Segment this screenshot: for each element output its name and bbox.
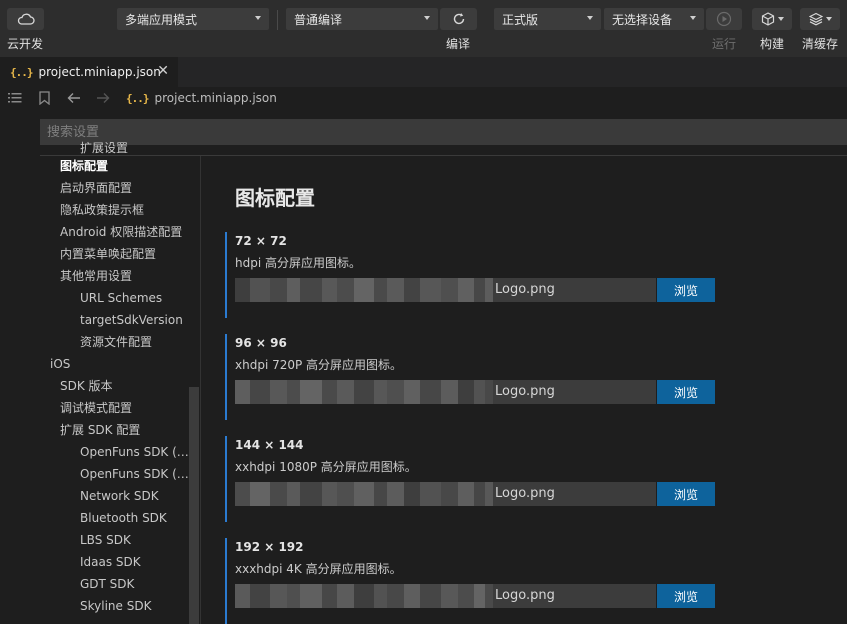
mode-select[interactable]: 多端应用模式 bbox=[117, 8, 269, 30]
breadcrumb-file-label: project.miniapp.json bbox=[154, 91, 277, 105]
chevron-down-icon bbox=[777, 17, 784, 21]
tree-item[interactable]: URL Schemes bbox=[80, 289, 162, 307]
build-button[interactable] bbox=[752, 8, 792, 30]
icon-path-input[interactable]: Logo.png bbox=[235, 584, 656, 608]
icon-file-name: Logo.png bbox=[495, 486, 555, 501]
icon-description: xhdpi 720P 高分屏应用图标。 bbox=[235, 358, 403, 372]
chevron-down-icon bbox=[255, 16, 261, 20]
arrow-right-icon[interactable] bbox=[96, 92, 110, 104]
icon-file-name: Logo.png bbox=[495, 384, 555, 399]
tree-item[interactable]: Android 权限描述配置 bbox=[60, 223, 182, 241]
device-select-value: 无选择设备 bbox=[612, 12, 673, 27]
refresh-icon bbox=[453, 13, 464, 25]
tab-label: project.miniapp.json bbox=[38, 65, 161, 79]
chevron-down-icon bbox=[587, 16, 593, 20]
redacted-path bbox=[235, 584, 493, 608]
redacted-path bbox=[235, 482, 493, 506]
icon-description: xxxhdpi 4K 高分屏应用图标。 bbox=[235, 562, 402, 576]
icon-size-label: 96 × 96 bbox=[235, 336, 287, 350]
tree-item[interactable]: Skyline SDK bbox=[80, 597, 151, 615]
icon-size-label: 72 × 72 bbox=[235, 234, 287, 248]
compile-button[interactable] bbox=[440, 8, 477, 30]
settings-content: 图标配置 72 × 72 hdpi 高分屏应用图标。 Logo.png 浏览 96 × … bbox=[201, 156, 847, 624]
close-icon[interactable]: ✕ bbox=[157, 63, 169, 79]
icon-size-label: 192 × 192 bbox=[235, 540, 304, 554]
icon-config-section: 96 × 96 xhdpi 720P 高分屏应用图标。 Logo.png 浏览 bbox=[225, 334, 825, 420]
tree-item[interactable]: OpenFuns SDK (… bbox=[80, 443, 189, 461]
icon-path-input[interactable]: Logo.png bbox=[235, 482, 656, 506]
tree-item[interactable]: Bluetooth SDK bbox=[80, 509, 167, 527]
tree-item[interactable]: LBS SDK bbox=[80, 531, 131, 549]
tree-item[interactable]: GDT SDK bbox=[80, 575, 134, 593]
icon-description: hdpi 高分屏应用图标。 bbox=[235, 256, 361, 270]
tree-item[interactable]: 扩展 SDK 配置 bbox=[60, 421, 140, 439]
tree-item[interactable]: 扩展设置 bbox=[80, 140, 128, 157]
icon-config-section: 144 × 144 xxhdpi 1080P 高分屏应用图标。 Logo.png 浏览 bbox=[225, 436, 825, 522]
tree-item[interactable]: 隐私政策提示框 bbox=[60, 201, 144, 219]
settings-tree: 扩展设置 图标配置启动界面配置 隐私政策提示框 Android 权限描述配置 内置菜单唤… bbox=[40, 140, 201, 624]
cloud-dev-button[interactable] bbox=[7, 8, 44, 30]
breadcrumb-file[interactable]: {..} project.miniapp.json bbox=[126, 91, 277, 105]
tree-item[interactable]: iOS bbox=[50, 355, 70, 373]
icon-path-input[interactable]: Logo.png bbox=[235, 380, 656, 404]
cloud-dev-label: 云开发 bbox=[7, 37, 44, 51]
clear-cache-button[interactable] bbox=[800, 8, 840, 30]
browse-button[interactable]: 浏览 bbox=[657, 278, 715, 302]
toolbar-separator bbox=[277, 10, 278, 30]
tree-item[interactable]: 内置菜单唤起配置 bbox=[60, 245, 156, 263]
cube-icon bbox=[761, 12, 774, 26]
version-select[interactable]: 正式版 bbox=[494, 8, 601, 30]
breadcrumb: {..} project.miniapp.json bbox=[0, 87, 847, 111]
tree-item[interactable]: 调试模式配置 bbox=[60, 399, 132, 417]
compile-select-value: 普通编译 bbox=[294, 12, 343, 27]
redacted-path bbox=[235, 278, 493, 302]
tree-item[interactable]: Network SDK bbox=[80, 487, 159, 505]
json-file-icon: {..} bbox=[10, 65, 33, 79]
tree-item[interactable]: Idaas SDK bbox=[80, 553, 141, 571]
run-label: 运行 bbox=[712, 37, 737, 51]
json-file-icon: {..} bbox=[126, 91, 149, 105]
mode-select-value: 多端应用模式 bbox=[125, 12, 198, 27]
browse-button[interactable]: 浏览 bbox=[657, 482, 715, 506]
icon-config-section: 72 × 72 hdpi 高分屏应用图标。 Logo.png 浏览 bbox=[225, 232, 825, 318]
editor-tab-bar: {..} project.miniapp.json ✕ bbox=[0, 57, 847, 87]
layers-icon bbox=[808, 12, 823, 26]
version-select-value: 正式版 bbox=[502, 12, 539, 27]
tree-item[interactable]: 启动界面配置 bbox=[60, 179, 132, 197]
arrow-left-icon[interactable] bbox=[67, 92, 81, 104]
tree-item[interactable]: SDK 版本 bbox=[60, 377, 113, 395]
page-title: 图标配置 bbox=[235, 186, 315, 210]
bookmark-icon[interactable] bbox=[39, 91, 50, 105]
device-select[interactable]: 无选择设备 bbox=[604, 8, 704, 30]
top-toolbar: 云开发 多端应用模式 普通编译 编译 正式版 无选择设备 运行 构建 清缓存 bbox=[0, 0, 847, 57]
list-icon[interactable] bbox=[8, 92, 22, 104]
run-button[interactable] bbox=[706, 8, 742, 30]
tree-item[interactable]: targetSdkVersion bbox=[80, 311, 183, 329]
icon-file-name: Logo.png bbox=[495, 588, 555, 603]
chevron-down-icon bbox=[424, 16, 430, 20]
tree-item[interactable]: 图标配置 bbox=[60, 157, 108, 175]
chevron-down-icon bbox=[690, 16, 696, 20]
icon-file-name: Logo.png bbox=[495, 282, 555, 297]
browse-button[interactable]: 浏览 bbox=[657, 380, 715, 404]
tab-project-miniapp-json[interactable]: {..} project.miniapp.json ✕ bbox=[0, 57, 178, 87]
tree-scrollbar[interactable] bbox=[189, 387, 199, 624]
clear-cache-label: 清缓存 bbox=[802, 37, 839, 51]
tree-item[interactable]: 其他常用设置 bbox=[60, 267, 132, 285]
icon-path-input[interactable]: Logo.png bbox=[235, 278, 656, 302]
build-label: 构建 bbox=[760, 37, 785, 51]
compile-label: 编译 bbox=[446, 37, 471, 51]
play-icon bbox=[716, 11, 732, 27]
icon-config-section: 192 × 192 xxxhdpi 4K 高分屏应用图标。 Logo.png 浏览 bbox=[225, 538, 825, 624]
icon-size-label: 144 × 144 bbox=[235, 438, 304, 452]
compile-select[interactable]: 普通编译 bbox=[286, 8, 438, 30]
browse-button[interactable]: 浏览 bbox=[657, 584, 715, 608]
redacted-path bbox=[235, 380, 493, 404]
tree-item[interactable]: 资源文件配置 bbox=[80, 333, 152, 351]
tree-item[interactable]: OpenFuns SDK (… bbox=[80, 465, 189, 483]
icon-description: xxhdpi 1080P 高分屏应用图标。 bbox=[235, 460, 417, 474]
cloud-icon bbox=[17, 13, 35, 25]
chevron-down-icon bbox=[825, 17, 832, 21]
